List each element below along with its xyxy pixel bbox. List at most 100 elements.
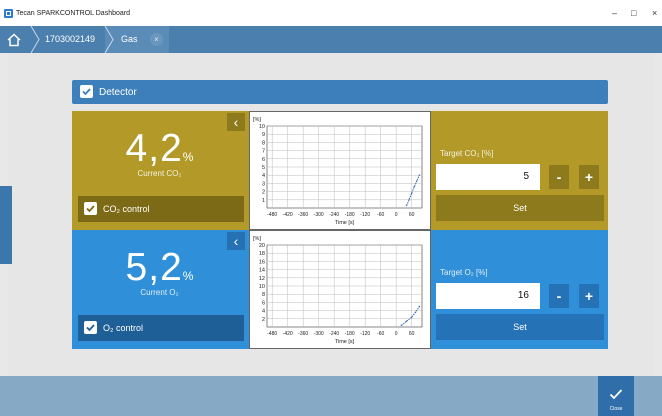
o2-control-label: O₂ control	[103, 323, 144, 333]
y-tick-label: 1	[262, 198, 265, 204]
co2-increment-button[interactable]: +	[579, 165, 599, 189]
y-tick-label: 18	[259, 251, 265, 257]
data-point	[418, 174, 421, 176]
co2-control-toggle[interactable]: CO₂ control	[78, 196, 244, 222]
x-axis-label: Time [s]	[335, 220, 355, 226]
x-tick-label: -300	[314, 331, 324, 337]
x-tick-label: -360	[298, 212, 308, 218]
footer-bar	[0, 376, 662, 416]
o2-decrement-button[interactable]: -	[549, 284, 569, 308]
co2-current-value: 4,2%	[125, 127, 194, 170]
close-button[interactable]: Close	[598, 376, 634, 416]
y-tick-label: 6	[262, 300, 265, 306]
close-label: Close	[609, 406, 623, 412]
chevron-right-icon	[30, 26, 40, 53]
co2-target-input[interactable]	[436, 164, 540, 190]
co2-collapse-button[interactable]: ‹	[227, 113, 245, 131]
checkmark-icon	[86, 324, 95, 332]
y-tick-label: 5	[262, 165, 265, 171]
data-point	[410, 316, 413, 318]
checkmark-icon	[82, 88, 91, 96]
co2-panel: 4,2% Current CO₂ ‹ CO₂ control 1 2 3 4 5 6 7 8 9…	[72, 111, 608, 230]
x-tick-label: 60	[409, 331, 415, 337]
x-axis-label: Time [s]	[335, 339, 355, 345]
home-icon[interactable]	[6, 32, 22, 48]
y-tick-label: 4	[262, 173, 265, 179]
data-point	[413, 185, 415, 188]
x-tick-label: -60	[377, 212, 384, 218]
x-tick-label: -240	[329, 212, 339, 218]
data-point	[400, 324, 403, 327]
y-tick-label: 8	[262, 140, 265, 146]
y-tick-label: 10	[259, 284, 265, 290]
co2-set-button[interactable]: Set	[436, 195, 604, 221]
o2-collapse-button[interactable]: ‹	[227, 232, 245, 250]
maximize-button[interactable]: □	[631, 9, 636, 18]
y-tick-label: 3	[262, 181, 265, 187]
data-point	[416, 180, 418, 182]
y-tick-label: 6	[262, 157, 265, 163]
y-tick-label: 4	[262, 309, 265, 315]
detector-toggle-bar[interactable]: Detector	[72, 80, 608, 104]
o2-unit: %	[182, 269, 194, 283]
data-point	[405, 320, 408, 322]
y-axis-label: [%]	[253, 117, 261, 123]
data-point	[408, 199, 410, 201]
y-tick-label: 14	[259, 268, 265, 274]
series-line	[400, 306, 420, 326]
checkmark-icon	[609, 389, 623, 400]
chevron-right-icon	[104, 26, 114, 53]
y-tick-label: 12	[259, 276, 265, 282]
x-tick-label: 0	[395, 212, 398, 218]
co2-target-label: Target CO₂ [%]	[440, 149, 494, 158]
data-point	[414, 311, 417, 313]
o2-current-label: Current O₂	[140, 288, 179, 297]
x-tick-label: -420	[283, 331, 293, 337]
co2-chart: 1 2 3 4 5 6 7 8 9 10 -480 -420 -360 -300 -240 -180 -120 -…	[249, 111, 431, 230]
title-bar: Tecan SPARKCONTROL Dashboard – □ ×	[0, 0, 662, 26]
y-axis-label: [%]	[253, 236, 261, 242]
co2-unit: %	[182, 150, 194, 164]
window-title: Tecan SPARKCONTROL Dashboard	[16, 10, 130, 17]
co2-control-label: CO₂ control	[103, 204, 150, 214]
co2-current-label: Current CO₂	[137, 169, 182, 178]
y-tick-label: 2	[262, 190, 265, 196]
minimize-button[interactable]: –	[612, 9, 617, 18]
breadcrumb-item-id[interactable]: 1703002149	[45, 34, 95, 44]
x-tick-label: -420	[283, 212, 293, 218]
series-line	[406, 174, 420, 206]
x-tick-label: -180	[345, 331, 355, 337]
o2-control-checkbox[interactable]	[84, 321, 97, 334]
o2-chart: 2 4 6 8 10 12 14 16 18 20 -480 -420 -360 -300 -240 -180…	[249, 230, 431, 349]
co2-control-checkbox[interactable]	[84, 202, 97, 215]
co2-decrement-button[interactable]: -	[549, 165, 569, 189]
breadcrumb-item-gas[interactable]: Gas	[121, 34, 138, 44]
y-tick-label: 20	[259, 243, 265, 249]
side-panel-handle[interactable]	[0, 186, 12, 264]
y-tick-label: 7	[262, 149, 265, 155]
checkmark-icon	[86, 205, 95, 213]
o2-panel: 5,2% Current O₂ ‹ O₂ control 2 4 6 8 10 12 14 1…	[72, 230, 608, 349]
x-tick-label: -480	[267, 331, 277, 337]
detector-checkbox[interactable]	[80, 85, 93, 98]
data-point	[418, 305, 421, 308]
close-tab-icon[interactable]: ×	[150, 33, 163, 46]
y-tick-label: 9	[262, 132, 265, 138]
x-tick-label: 0	[395, 331, 398, 337]
o2-increment-button[interactable]: +	[579, 284, 599, 308]
close-window-button[interactable]: ×	[652, 9, 657, 18]
y-tick-label: 2	[262, 317, 265, 323]
x-tick-label: -60	[377, 331, 384, 337]
data-point	[410, 192, 413, 194]
app-icon	[4, 9, 13, 18]
o2-current-value: 5,2%	[125, 246, 194, 289]
x-tick-label: -240	[329, 331, 339, 337]
o2-target-label: Target O₂ [%]	[440, 268, 488, 277]
y-tick-label: 10	[259, 124, 265, 130]
x-tick-label: -120	[360, 212, 370, 218]
x-tick-label: -480	[267, 212, 277, 218]
o2-set-button[interactable]: Set	[436, 314, 604, 340]
o2-control-toggle[interactable]: O₂ control	[78, 315, 244, 341]
data-point	[405, 204, 408, 207]
o2-target-input[interactable]	[436, 283, 540, 309]
